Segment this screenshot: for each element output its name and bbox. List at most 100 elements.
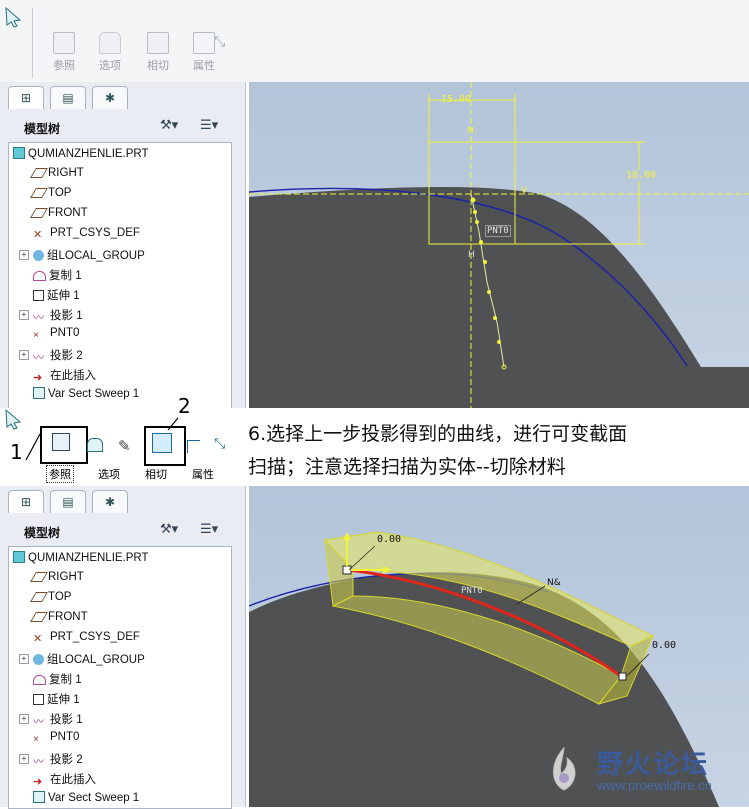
tree-item-part[interactable]: QUMIANZHENLIE.PRT — [13, 147, 149, 165]
tree-item-var-sect-sweep[interactable]: Var Sect Sweep 1 — [33, 791, 139, 809]
tree-item-group[interactable]: + 组LOCAL_GROUP — [19, 247, 145, 265]
watermark-url: www.proewildfire.cn — [597, 778, 712, 793]
collapse-icon[interactable]: ⤡ — [214, 34, 225, 50]
watermark: 野火论坛 www.proewildfire.cn — [539, 740, 739, 800]
tree-item-projection-2[interactable]: + 〰投影 2 — [19, 751, 83, 769]
dimension-height-label[interactable]: 18.00 — [626, 170, 657, 181]
instruction-line-2: 扫描；注意选择扫描为实体--切除材料 — [248, 456, 566, 478]
tree-item-extend[interactable]: 延伸 1 — [33, 287, 80, 305]
options-button[interactable]: 选项 — [92, 32, 128, 73]
tree-settings-icon[interactable]: ⚒▾ — [160, 118, 178, 133]
tree-settings-icon[interactable]: ⚒▾ — [160, 522, 178, 537]
end-dimension-label[interactable]: 0.00 — [652, 640, 676, 651]
tree-item-var-sect-sweep[interactable]: Var Sect Sweep 1 — [33, 387, 139, 405]
tangent-label[interactable]: 相切 — [145, 466, 167, 482]
axis-v-label: V — [521, 186, 528, 196]
model-tree-title: 模型树 — [24, 526, 61, 540]
projection-icon: 〰 — [33, 312, 44, 324]
tree-item-projection-1[interactable]: + 〰投影 1 — [19, 711, 83, 729]
tree-item-top[interactable]: TOP — [30, 187, 71, 205]
sweep-feature-icon — [4, 6, 24, 28]
tree-item-insert-here[interactable]: ➜ 在此插入 — [33, 367, 96, 385]
reference-label: 参照 — [53, 59, 75, 72]
expand-icon[interactable]: + — [19, 654, 29, 664]
csys-icon: ✕ — [33, 229, 43, 241]
csys-icon: ✕ — [33, 633, 43, 645]
model-tree-title: 模型树 — [24, 122, 61, 136]
sweep-icon — [33, 791, 45, 803]
tangent-label: 相切 — [147, 59, 169, 72]
solid-surface — [249, 186, 749, 408]
tab-folder[interactable]: ▤ — [50, 86, 86, 109]
axis-n-label: N — [467, 126, 474, 136]
tree-item-part[interactable]: QUMIANZHENLIE.PRT — [13, 551, 149, 569]
datum-plane-icon — [30, 592, 48, 602]
options-icon — [87, 438, 103, 452]
properties-label: 属性 — [193, 59, 215, 72]
insert-here-arrow-icon: ➜ — [33, 776, 43, 788]
tree-item-pnt0[interactable]: × PNT0 — [33, 731, 79, 749]
expand-icon[interactable]: + — [19, 250, 29, 260]
expand-icon[interactable]: + — [19, 754, 29, 764]
tree-item-front[interactable]: FRONT — [30, 611, 88, 629]
group-icon — [33, 654, 44, 665]
tab-favorites[interactable]: ✱ — [92, 490, 128, 513]
point-label: PNT0 — [461, 586, 483, 596]
dimension-width-label[interactable]: 15.00 — [441, 94, 471, 105]
copy-icon — [33, 271, 46, 281]
tree-item-pnt0[interactable]: × PNT0 — [33, 327, 79, 345]
tangent-button-pen-icon: ✎ — [118, 437, 131, 455]
tab-favorites[interactable]: ✱ — [92, 86, 128, 109]
tree-item-right[interactable]: RIGHT — [30, 167, 84, 185]
top-toolbar: 参照 选项 相切 属性 ⤡ — [0, 0, 749, 82]
options-icon — [99, 32, 121, 54]
tree-item-right[interactable]: RIGHT — [30, 571, 84, 589]
reference-button[interactable]: 参照 — [46, 32, 82, 73]
reference-icon — [52, 433, 70, 451]
collapse-icon[interactable]: ⤡ — [214, 436, 225, 452]
tab-folder[interactable]: ▤ — [50, 490, 86, 513]
tree-item-csys[interactable]: ✕ PRT_CSYS_DEF — [33, 631, 140, 649]
reference-icon — [53, 32, 75, 54]
expand-icon[interactable]: + — [19, 714, 29, 724]
tab-model-tree[interactable]: ⊞ — [8, 490, 44, 513]
tab-model-tree[interactable]: ⊞ — [8, 86, 44, 109]
properties-icon — [193, 32, 215, 54]
tree-columns-icon[interactable]: ☰▾ — [200, 522, 218, 537]
graphics-viewport-top[interactable]: 15.00 18.00 PNT0 V N H — [249, 82, 749, 408]
tree-columns-icon[interactable]: ☰▾ — [200, 118, 218, 133]
point-label: PNT0 — [485, 225, 511, 237]
group-icon — [33, 250, 44, 261]
tree-item-csys[interactable]: ✕ PRT_CSYS_DEF — [33, 227, 140, 245]
tree-item-extend[interactable]: 延伸 1 — [33, 691, 80, 709]
options-label[interactable]: 选项 — [98, 466, 120, 482]
reference-label[interactable]: 参照 — [46, 465, 74, 483]
options-label: 选项 — [99, 59, 121, 72]
tree-item-insert-here[interactable]: ➜ 在此插入 — [33, 771, 96, 789]
tangent-button[interactable]: 相切 — [140, 32, 176, 73]
instruction-line-1: 6.选择上一步投影得到的曲线，进行可变截面 — [248, 423, 628, 445]
tree-item-front[interactable]: FRONT — [30, 207, 88, 225]
model-tree-list: QUMIANZHENLIE.PRT RIGHT TOP FRONT ✕ PRT_C… — [8, 142, 232, 410]
graphics-viewport-bottom[interactable]: 0.00 0.00 PNT0 N& 野火论坛 www.proewildfire.… — [249, 486, 749, 807]
datum-plane-icon — [30, 612, 48, 622]
insert-here-arrow-icon: ➜ — [33, 372, 43, 384]
tree-item-projection-1[interactable]: + 〰投影 1 — [19, 307, 83, 325]
tree-item-projection-2[interactable]: + 〰投影 2 — [19, 347, 83, 365]
expand-icon[interactable]: + — [19, 310, 29, 320]
start-dimension-label[interactable]: 0.00 — [377, 534, 401, 545]
datum-point-icon: × — [33, 734, 39, 745]
extend-icon — [33, 290, 44, 301]
properties-label[interactable]: 属性 — [192, 466, 214, 482]
tree-item-top[interactable]: TOP — [30, 591, 71, 609]
sketch-scene-top — [249, 82, 749, 408]
axis-h-label: H — [468, 250, 475, 260]
datum-point-icon: × — [33, 330, 39, 341]
tree-item-copy[interactable]: 复制 1 — [33, 671, 82, 689]
datum-plane-icon — [30, 208, 48, 218]
expand-icon[interactable]: + — [19, 350, 29, 360]
extend-icon — [33, 694, 44, 705]
tree-item-copy[interactable]: 复制 1 — [33, 267, 82, 285]
tree-item-group[interactable]: + 组LOCAL_GROUP — [19, 651, 145, 669]
flame-logo-icon — [553, 746, 576, 791]
